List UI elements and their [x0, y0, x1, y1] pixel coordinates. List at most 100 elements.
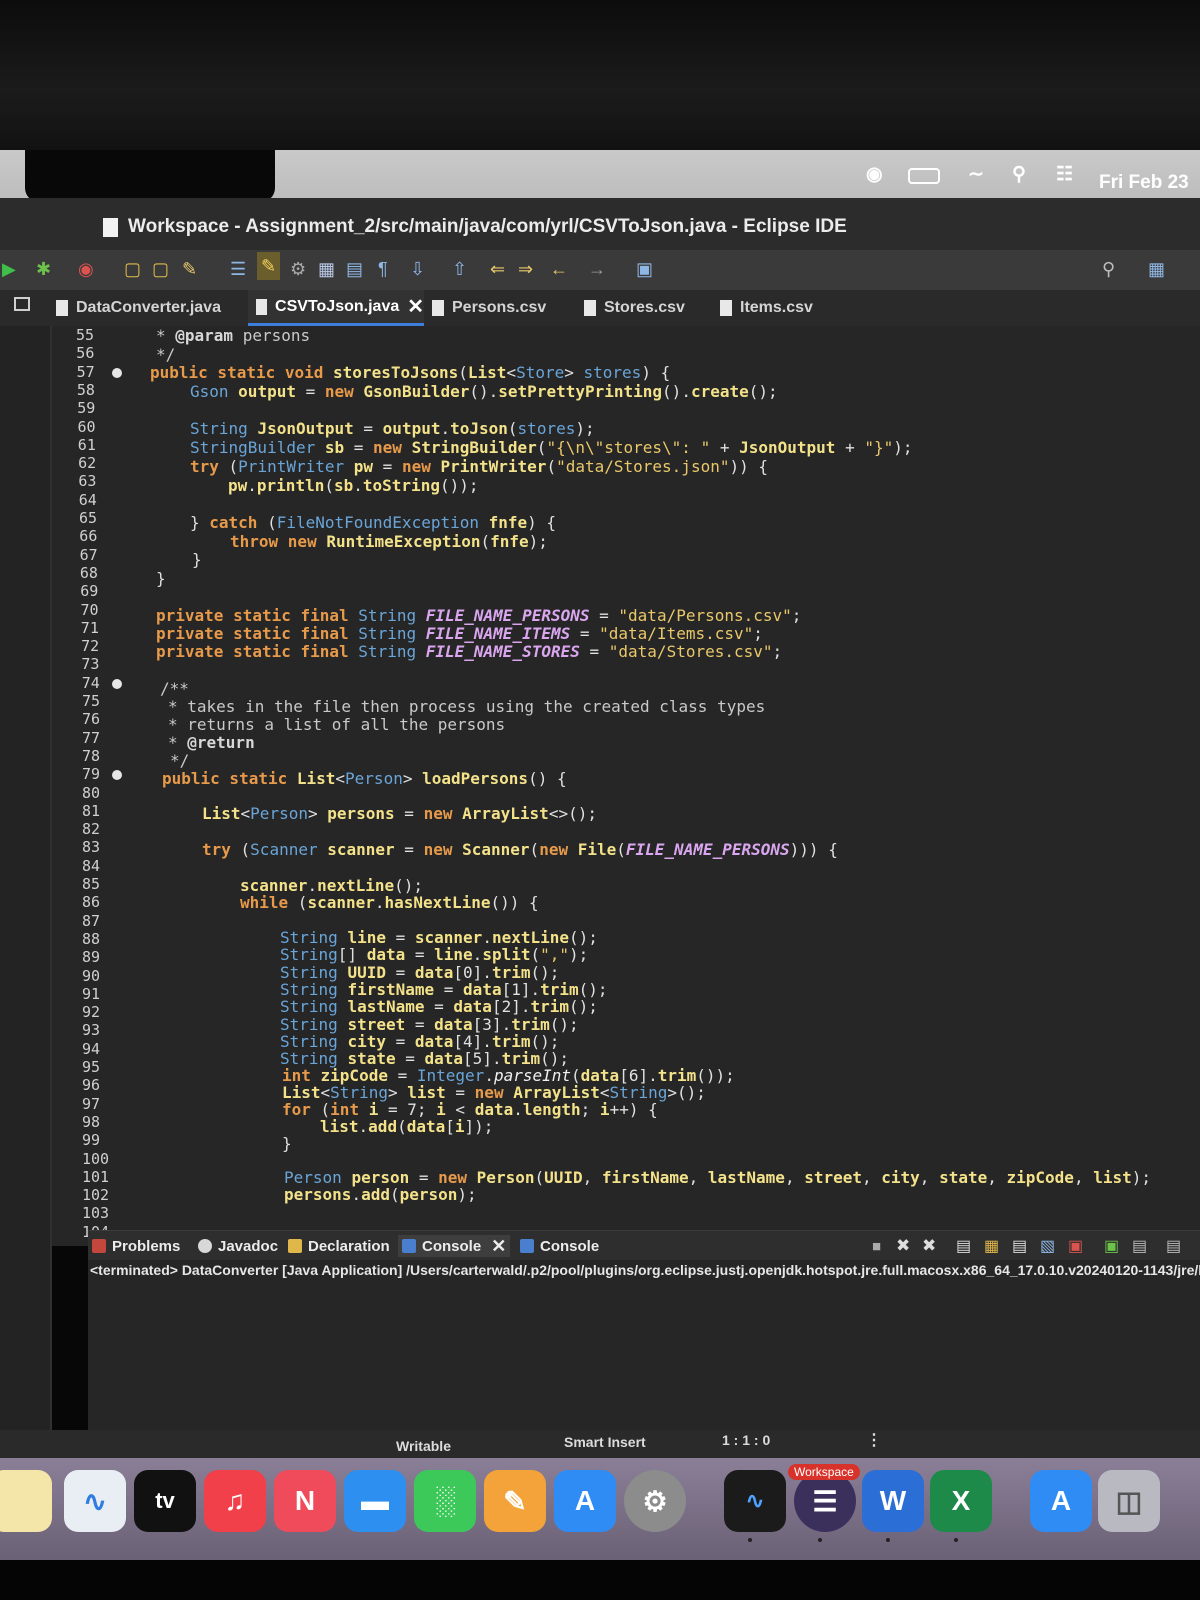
wifi-icon[interactable]: ∼: [968, 163, 984, 186]
line-number: 68: [79, 563, 98, 582]
console-output[interactable]: [88, 1260, 1200, 1430]
open-perspective-icon[interactable]: ▦: [1148, 258, 1165, 280]
next-annotation-icon[interactable]: ⇩: [410, 258, 425, 280]
remove-all-icon[interactable]: ✖: [922, 1236, 936, 1256]
block-selection-icon[interactable]: ▦: [318, 258, 335, 280]
new-folder-icon[interactable]: ▢: [124, 258, 141, 280]
code-line-66: throw new RuntimeException(fnfe);: [230, 532, 548, 551]
run-external-tools-icon[interactable]: ◉: [78, 258, 94, 280]
numbers-icon[interactable]: ░: [414, 1470, 476, 1532]
run-icon[interactable]: ▶: [2, 258, 16, 280]
fold-marker-icon[interactable]: [112, 367, 122, 378]
word-wrap-icon[interactable]: ▤: [346, 258, 363, 280]
pin-console-icon[interactable]: ▣: [1068, 1236, 1083, 1256]
excel-icon[interactable]: X: [930, 1470, 992, 1532]
tab-problems[interactable]: Problems: [92, 1235, 180, 1257]
open-type-icon[interactable]: ☰: [230, 258, 246, 280]
tab-label: Declaration: [308, 1237, 390, 1255]
terminate-icon[interactable]: ■: [872, 1238, 881, 1255]
open-folder-icon[interactable]: ▢: [152, 258, 169, 280]
trash-icon[interactable]: ◫: [1098, 1470, 1160, 1532]
tab-label: Console: [422, 1237, 482, 1255]
edit-icon[interactable]: ✎: [182, 258, 197, 280]
close-icon[interactable]: ✕: [407, 294, 424, 319]
forward-arrow-icon[interactable]: →: [588, 258, 606, 280]
back-arrow-icon[interactable]: ←: [550, 258, 568, 280]
line-number: 77: [82, 728, 101, 747]
status-insert-mode[interactable]: Smart Insert: [564, 1434, 646, 1450]
running-indicator: [886, 1538, 890, 1542]
line-number: 61: [77, 435, 96, 454]
tab-items-csv[interactable]: Items.csv: [720, 290, 813, 326]
tab-console-active[interactable]: Console ✕: [398, 1235, 511, 1257]
line-number: 103: [82, 1204, 110, 1223]
tab-stores-csv[interactable]: Stores.csv: [584, 290, 685, 326]
running-indicator: [748, 1538, 752, 1542]
show-console-icon[interactable]: ▧: [1040, 1236, 1055, 1256]
control-center-icon[interactable]: ☷: [1056, 163, 1073, 186]
tab-persons-csv[interactable]: Persons.csv: [432, 290, 546, 326]
dock-app-label: Workspace: [788, 1464, 860, 1480]
tab-label: Problems: [112, 1237, 181, 1255]
apple-tv-icon[interactable]: tv: [134, 1470, 196, 1532]
mark-occurrences-icon[interactable]: ✎: [257, 252, 281, 280]
freeform-icon[interactable]: ∿: [64, 1470, 126, 1532]
tab-dataconverter-java[interactable]: DataConverter.java: [56, 290, 221, 326]
fold-marker-icon[interactable]: [112, 678, 122, 689]
code-line-67: }: [192, 550, 202, 569]
music-icon[interactable]: ♫: [204, 1470, 266, 1532]
xcode-app-store-icon[interactable]: A: [1030, 1470, 1092, 1532]
notes-icon[interactable]: [0, 1470, 52, 1532]
battery-icon[interactable]: [908, 168, 940, 184]
spotlight-search-icon[interactable]: ⚲: [1012, 163, 1026, 186]
display-console-icon[interactable]: ▣: [1104, 1236, 1119, 1256]
clear-console-icon[interactable]: ▤: [956, 1236, 971, 1256]
tab-csvtojson-java[interactable]: CSVToJson.java ✕: [248, 290, 424, 326]
status-cursor-position[interactable]: 1 : 1 : 0: [722, 1432, 770, 1448]
open-console-icon[interactable]: ▤: [1166, 1236, 1181, 1256]
line-number: 57: [76, 362, 95, 381]
previous-annotation-icon[interactable]: ⇧: [452, 258, 467, 280]
forward-edit-icon[interactable]: ⇒: [518, 258, 533, 280]
new-console-icon[interactable]: ▤: [1132, 1236, 1147, 1256]
more-options-icon[interactable]: ⋮: [866, 1430, 882, 1450]
screen-bezel-bottom: [0, 1560, 1200, 1600]
pin-editor-icon[interactable]: ▣: [636, 258, 653, 280]
menubar-clock[interactable]: Fri Feb 23: [1099, 172, 1200, 194]
toggle-breadcrumb-icon[interactable]: ⚙: [290, 258, 306, 280]
keynote-icon[interactable]: ▬: [344, 1470, 406, 1532]
app-store-icon[interactable]: A: [554, 1470, 616, 1532]
last-edit-location-icon[interactable]: ⇐: [490, 258, 505, 280]
word-wrap-console-icon[interactable]: ▤: [1012, 1236, 1027, 1256]
line-number: 64: [78, 490, 97, 509]
scroll-lock-icon[interactable]: ▦: [984, 1236, 999, 1256]
system-settings-icon[interactable]: ⚙: [624, 1470, 686, 1532]
word-icon[interactable]: W: [862, 1470, 924, 1532]
activity-monitor-icon[interactable]: ∿: [724, 1470, 786, 1532]
code-line-71: private static final String FILE_NAME_IT…: [156, 624, 763, 643]
show-whitespace-icon[interactable]: ¶: [378, 258, 388, 280]
line-number: 71: [80, 618, 99, 637]
news-icon[interactable]: N: [274, 1470, 336, 1532]
text-file-icon: [720, 300, 732, 316]
pages-icon[interactable]: ✎: [484, 1470, 546, 1532]
code-line-76: * returns a list of all the persons: [168, 715, 506, 734]
package-explorer-strip[interactable]: [0, 326, 52, 1466]
screen-record-icon[interactable]: ◉: [866, 163, 883, 186]
search-icon[interactable]: ⚲: [1102, 258, 1115, 280]
code-editor[interactable]: * @param persons */ public static void s…: [52, 326, 1200, 1246]
tab-declaration[interactable]: Declaration: [288, 1235, 390, 1257]
debug-icon[interactable]: ✱: [36, 258, 51, 280]
tab-javadoc[interactable]: Javadoc: [198, 1235, 278, 1257]
line-number: 97: [82, 1094, 101, 1113]
console-icon: [520, 1239, 534, 1253]
minimize-view-icon[interactable]: [14, 297, 30, 311]
running-indicator: [954, 1538, 958, 1542]
tab-label: Javadoc: [218, 1237, 279, 1255]
tab-console[interactable]: Console: [520, 1235, 599, 1257]
line-number: 100: [82, 1149, 110, 1168]
code-line-74: /**: [160, 679, 189, 698]
remove-launch-icon[interactable]: ✖: [896, 1236, 910, 1256]
code-line-58: Gson output = new GsonBuilder().setPrett…: [190, 382, 778, 401]
close-icon[interactable]: ✕: [491, 1236, 506, 1257]
